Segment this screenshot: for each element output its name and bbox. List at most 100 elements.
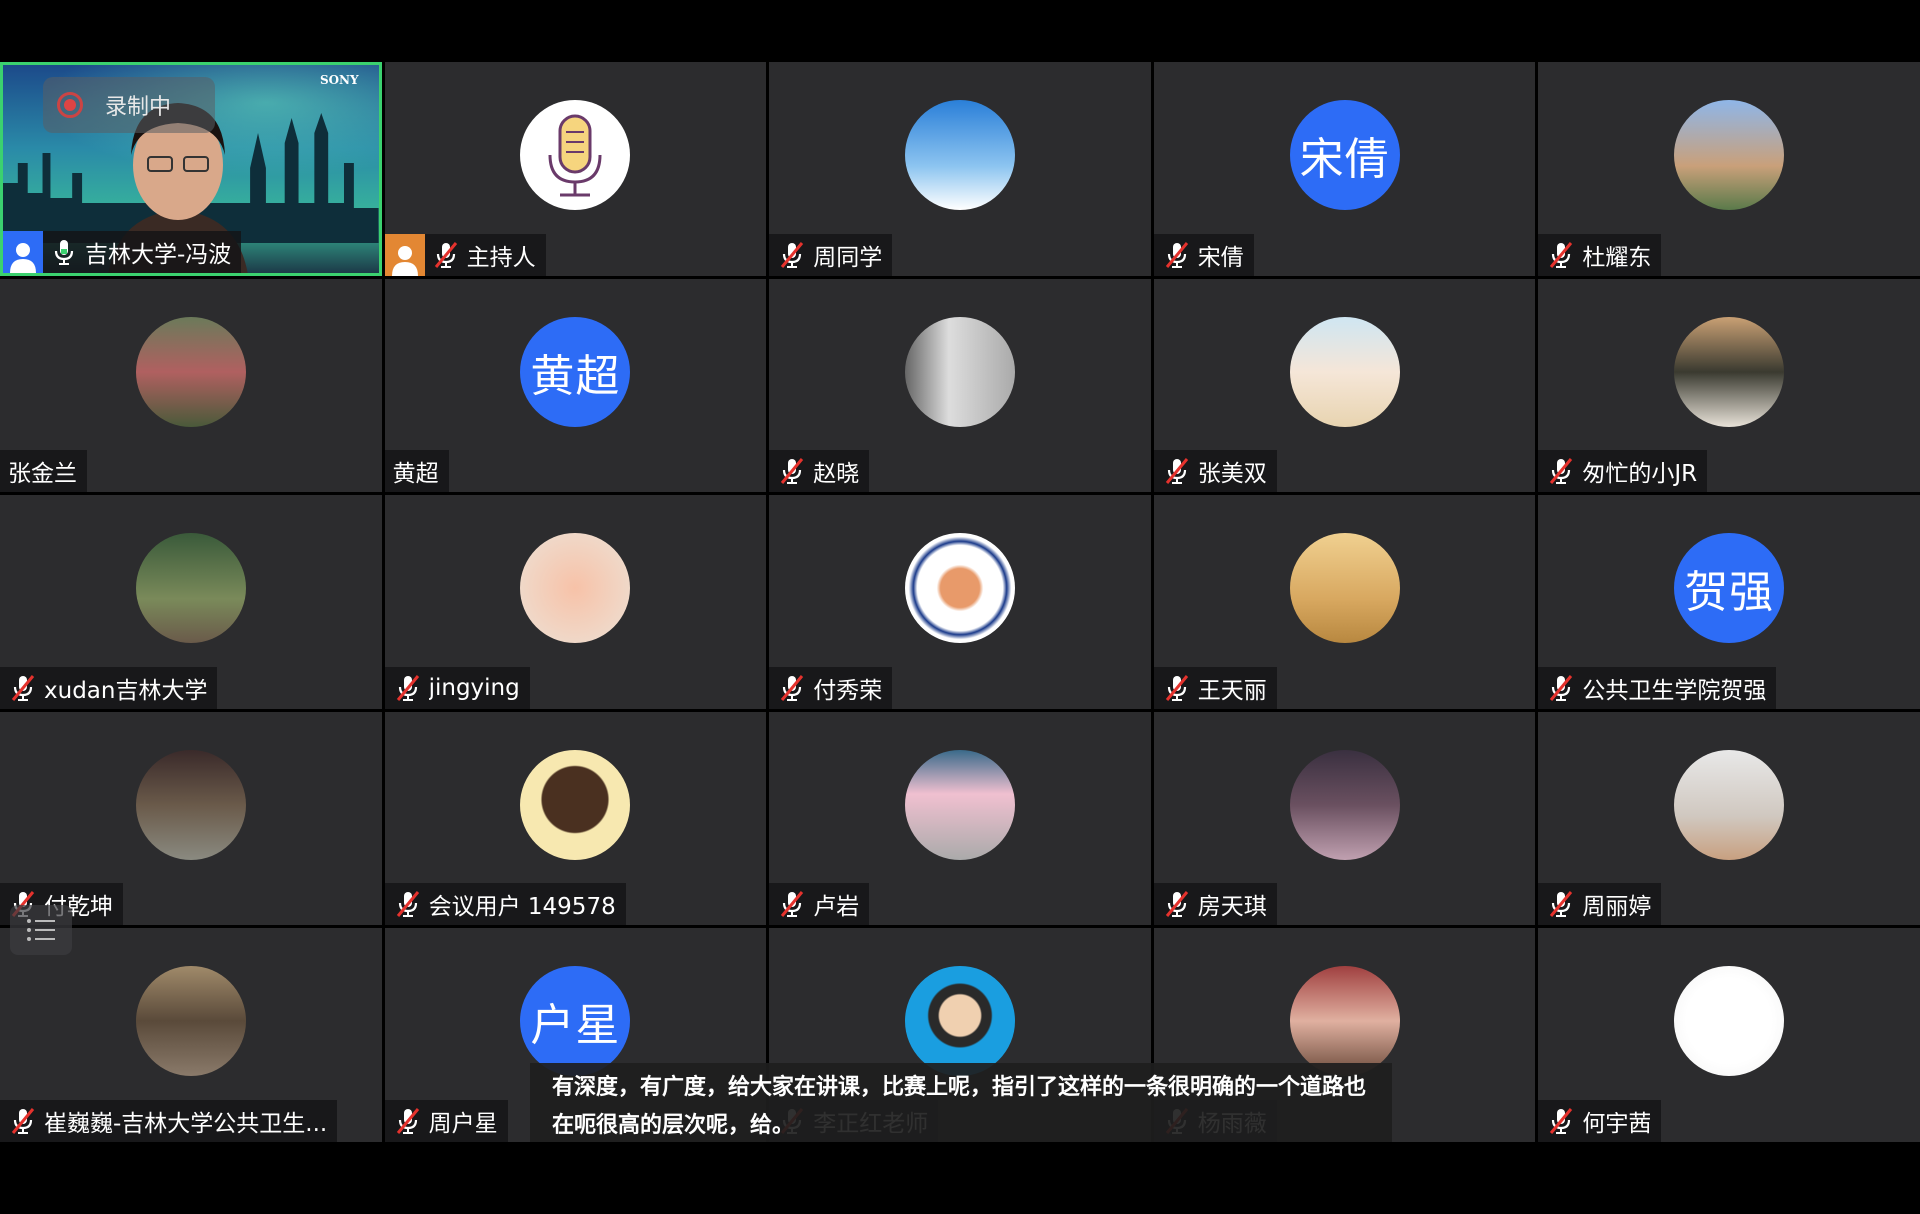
mic-muted-icon[interactable] <box>431 240 461 270</box>
mic-on-icon[interactable] <box>49 237 79 267</box>
participant-tile[interactable]: 会议用户 149578 <box>384 711 767 926</box>
participant-avatar <box>520 533 631 644</box>
participant-nameplate: 张美双 <box>1153 450 1277 493</box>
participant-tile[interactable]: 主持人 <box>384 62 767 276</box>
participant-avatar <box>1674 966 1785 1077</box>
mic-muted-icon[interactable] <box>1546 240 1576 270</box>
participant-nameplate: 公共卫生学院贺强 <box>1538 666 1777 709</box>
participant-nameplate: 主持人 <box>384 233 546 276</box>
mic-muted-icon[interactable] <box>1162 673 1192 703</box>
participant-tile[interactable]: 黄超 黄超 <box>384 278 767 493</box>
participant-nameplate: 崔巍巍-吉林大学公共卫生... <box>0 1100 338 1142</box>
participant-avatar <box>1289 316 1400 427</box>
participant-tile[interactable]: 崔巍巍-吉林大学公共卫生... <box>0 928 382 1142</box>
participant-nameplate: xudan吉林大学 <box>0 666 218 709</box>
mic-muted-icon[interactable] <box>777 456 807 486</box>
participant-name: 周同学 <box>813 244 883 271</box>
mic-muted-icon[interactable] <box>393 673 423 703</box>
avatar-initials: 贺强 <box>1684 567 1775 619</box>
participant-tile[interactable]: 贺强 公共卫生学院贺强 <box>1538 495 1920 709</box>
participant-nameplate: 黄超 <box>384 450 449 493</box>
participant-name: 房天琪 <box>1197 894 1267 921</box>
participant-avatar <box>904 100 1015 210</box>
mic-muted-icon[interactable] <box>1546 673 1576 703</box>
participant-avatar <box>1674 749 1785 860</box>
mic-muted-icon[interactable] <box>777 673 807 703</box>
participants-list-button[interactable] <box>10 905 72 955</box>
participant-avatar <box>904 749 1015 860</box>
participant-tile[interactable]: 周同学 <box>769 62 1151 276</box>
participant-tile[interactable]: SONY 录制中 吉林大学-冯波 <box>0 62 382 276</box>
bottom-bar <box>0 1142 1920 1214</box>
participant-avatar <box>135 749 246 860</box>
participant-avatar <box>1289 749 1400 860</box>
participant-nameplate: 匆忙的小JR <box>1538 450 1708 493</box>
participant-nameplate: 卢岩 <box>769 883 870 926</box>
participant-name: 张金兰 <box>8 461 77 488</box>
host-person-icon <box>391 245 418 276</box>
mic-muted-icon[interactable] <box>1162 456 1192 486</box>
participant-tile[interactable]: 张美双 <box>1153 278 1536 493</box>
participant-avatar <box>520 749 631 860</box>
participant-tile[interactable]: 赵晓 <box>769 278 1151 493</box>
participant-avatar <box>520 100 631 210</box>
mic-muted-icon[interactable] <box>1162 889 1192 919</box>
participant-tile[interactable]: 付乾坤 <box>0 711 382 926</box>
participant-tile[interactable]: 王天丽 <box>1153 495 1536 709</box>
host-badge <box>384 233 425 276</box>
recording-label: 录制中 <box>105 95 172 120</box>
participant-name: xudan吉林大学 <box>44 677 208 704</box>
list-icon <box>27 919 55 941</box>
participant-tile[interactable]: 匆忙的小JR <box>1538 278 1920 493</box>
top-bar <box>0 0 1920 62</box>
mic-muted-icon[interactable] <box>1162 240 1192 270</box>
mic-muted-icon[interactable] <box>8 673 38 703</box>
participant-tile[interactable]: 周丽婷 <box>1538 711 1920 926</box>
participant-avatar <box>135 316 246 427</box>
participant-tile[interactable]: jingying <box>384 495 767 709</box>
participant-nameplate: 宋倩 <box>1153 233 1254 276</box>
participant-tile[interactable]: 房天琪 <box>1153 711 1536 926</box>
participant-name: 崔巍巍-吉林大学公共卫生... <box>44 1111 328 1137</box>
mic-muted-icon[interactable] <box>777 240 807 270</box>
participant-name: 周丽婷 <box>1582 894 1652 921</box>
participant-nameplate: 吉林大学-冯波 <box>3 230 242 273</box>
participant-tile[interactable]: 宋倩 宋倩 <box>1153 62 1536 276</box>
participant-tile[interactable]: xudan吉林大学 <box>0 495 382 709</box>
participant-tile[interactable]: 卢岩 <box>769 711 1151 926</box>
participant-avatar <box>1289 533 1400 644</box>
participant-name: 周户星 <box>428 1111 498 1137</box>
participant-nameplate: 付秀荣 <box>769 666 893 709</box>
participant-avatar: 宋倩 <box>1289 100 1400 210</box>
participant-tile[interactable]: 付秀荣 <box>769 495 1151 709</box>
participant-tile[interactable]: 张金兰 <box>0 278 382 493</box>
recording-indicator[interactable]: 录制中 <box>43 77 215 133</box>
participant-name: jingying <box>428 674 520 701</box>
participant-nameplate: 周户星 <box>384 1100 508 1142</box>
participant-tile[interactable]: 何宇茜 <box>1538 928 1920 1142</box>
participant-avatar <box>904 533 1015 644</box>
mic-muted-icon[interactable] <box>393 889 423 919</box>
participant-name: 赵晓 <box>813 461 860 488</box>
mic-muted-icon[interactable] <box>1546 889 1576 919</box>
participant-name: 王天丽 <box>1197 677 1267 704</box>
participant-avatar <box>1674 316 1785 427</box>
mic-muted-icon[interactable] <box>1546 1106 1576 1136</box>
avatar-initials: 黄超 <box>530 350 621 402</box>
avatar-initials: 户星 <box>530 1000 621 1052</box>
mic-muted-icon[interactable] <box>8 1106 38 1136</box>
mic-muted-icon[interactable] <box>1546 456 1576 486</box>
participant-nameplate: 房天琪 <box>1153 883 1277 926</box>
participant-avatar: 户星 <box>520 966 631 1077</box>
camera-brand-logo: SONY <box>319 73 359 87</box>
participant-name: 卢岩 <box>813 894 860 921</box>
mic-muted-icon[interactable] <box>393 1106 423 1136</box>
participant-avatar <box>904 966 1015 1077</box>
participant-avatar: 黄超 <box>520 316 631 427</box>
avatar-initials: 宋倩 <box>1299 134 1390 185</box>
participant-nameplate: 赵晓 <box>769 450 870 493</box>
mic-muted-icon[interactable] <box>777 889 807 919</box>
participant-name: 何宇茜 <box>1582 1111 1652 1137</box>
participant-avatar <box>904 316 1015 427</box>
participant-tile[interactable]: 杜耀东 <box>1538 62 1920 276</box>
